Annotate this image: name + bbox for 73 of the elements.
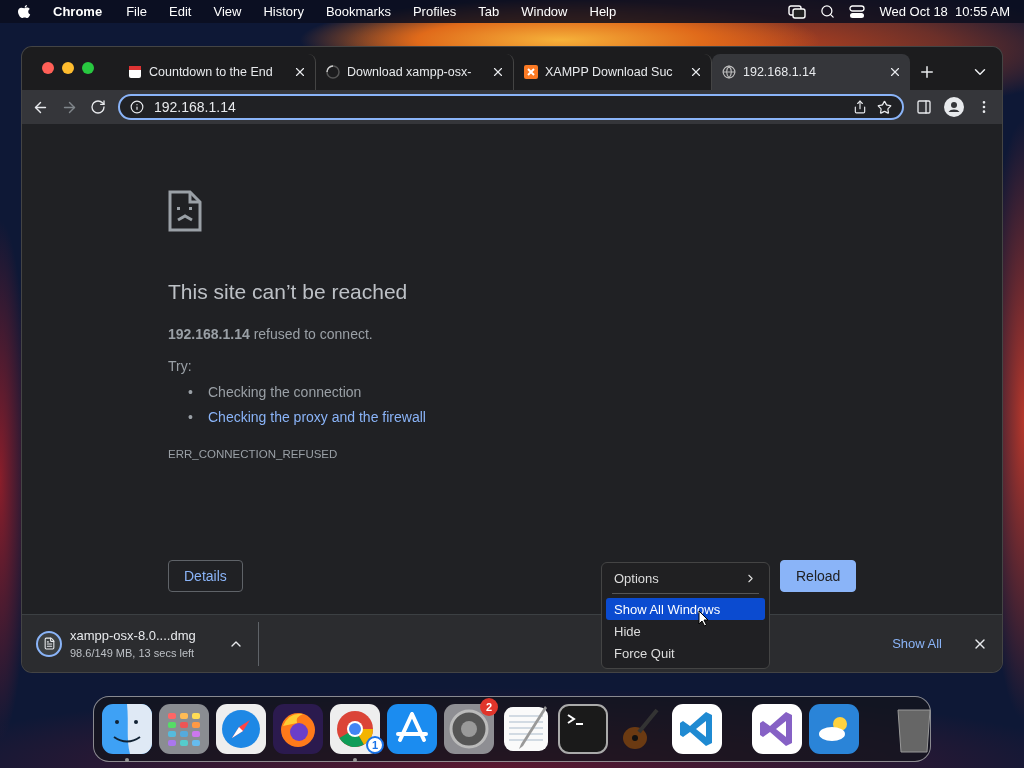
menu-item[interactable]: Show All Windows xyxy=(606,598,765,620)
menu-item[interactable]: File xyxy=(126,4,148,19)
menu-item[interactable]: Help xyxy=(589,4,617,19)
download-status: 98.6/149 MB, 13 secs left xyxy=(70,647,196,659)
close-icon[interactable] xyxy=(491,65,505,79)
launchpad-icon[interactable] xyxy=(159,704,209,754)
download-filename[interactable]: xampp-osx-8.0....dmg xyxy=(70,628,220,643)
weather-icon[interactable] xyxy=(809,704,859,754)
loading-spinner-icon xyxy=(326,65,340,79)
reload-button[interactable]: Reload xyxy=(780,560,857,592)
finder-icon[interactable] xyxy=(102,704,152,754)
list-bullet: • xyxy=(188,384,194,401)
suggestion-text: Checking the connection xyxy=(208,384,362,401)
show-all-link[interactable]: Show All xyxy=(892,636,942,651)
app-menu[interactable]: Chrome xyxy=(53,4,103,19)
menu-item[interactable]: History xyxy=(263,4,304,19)
menu-item[interactable]: Hide xyxy=(606,620,765,642)
minimize-window-button[interactable] xyxy=(62,62,74,74)
menu-item[interactable]: Force Quit xyxy=(606,642,765,664)
notification-badge: 2 xyxy=(480,698,498,716)
chrome-icon[interactable] xyxy=(330,704,380,754)
error-title: This site can’t be reached xyxy=(168,280,409,304)
error-code: ERR_CONNECTION_REFUSED xyxy=(168,448,339,460)
compass-icon[interactable] xyxy=(216,704,266,754)
close-icon[interactable] xyxy=(293,65,307,79)
menu-item[interactable]: Options xyxy=(606,567,765,589)
calendar-icon xyxy=(128,65,142,79)
new-tab-icon[interactable] xyxy=(918,63,936,81)
sad-page-icon xyxy=(168,190,202,232)
control-center-icon[interactable] xyxy=(849,4,866,19)
menu-item[interactable]: Edit xyxy=(169,4,192,19)
fox-globe-icon[interactable] xyxy=(273,704,323,754)
side-panel-icon[interactable] xyxy=(916,99,932,115)
screen-mirroring-icon[interactable] xyxy=(788,4,807,19)
profile-icon[interactable] xyxy=(944,97,964,117)
close-icon[interactable] xyxy=(689,65,703,79)
browser-tab[interactable]: 192.168.1.14 xyxy=(712,54,910,90)
clock[interactable]: Wed Oct 18 10:55 AM xyxy=(879,4,1010,19)
tab-title: Download xampp-osx- xyxy=(347,65,473,79)
url-text: 192.168.1.14 xyxy=(154,99,237,115)
gear-icon[interactable] xyxy=(444,704,494,754)
appstore-icon[interactable] xyxy=(387,704,437,754)
try-label: Try: xyxy=(168,358,193,374)
close-icon[interactable] xyxy=(888,65,902,79)
suggestion-link[interactable]: Checking the proxy and the firewall xyxy=(208,409,426,426)
globe-icon xyxy=(722,65,736,79)
menu-item[interactable]: Tab xyxy=(478,4,500,19)
vscode-icon[interactable] xyxy=(672,704,722,754)
notification-badge: 1 xyxy=(366,736,384,754)
terminal-icon[interactable] xyxy=(558,704,608,754)
apple-icon[interactable] xyxy=(18,4,31,19)
close-window-button[interactable] xyxy=(42,62,54,74)
tab-title: 192.168.1.14 xyxy=(743,65,817,79)
share-icon[interactable] xyxy=(853,100,867,114)
tab-title: XAMPP Download Suc xyxy=(545,65,674,79)
notepad-icon[interactable] xyxy=(501,704,551,754)
menu-item[interactable]: View xyxy=(213,4,242,19)
menu-item[interactable]: Window xyxy=(521,4,568,19)
xampp-icon xyxy=(524,65,538,79)
tab-title: Countdown to the End xyxy=(149,65,274,79)
star-icon[interactable] xyxy=(877,99,892,115)
search-icon[interactable] xyxy=(820,4,836,19)
address-bar[interactable]: 192.168.1.14 xyxy=(118,94,904,120)
reload-icon[interactable] xyxy=(90,99,106,115)
error-message: 192.168.1.14 refused to connect. xyxy=(168,326,374,342)
info-icon xyxy=(130,100,144,114)
list-bullet: • xyxy=(188,409,194,426)
details-button[interactable]: Details xyxy=(168,560,243,592)
visual-studio-icon[interactable] xyxy=(752,704,802,754)
download-progress-icon xyxy=(36,630,62,657)
menu-item[interactable]: Bookmarks xyxy=(325,4,391,19)
menu-item[interactable]: Profiles xyxy=(412,4,457,19)
zoom-window-button[interactable] xyxy=(82,62,94,74)
